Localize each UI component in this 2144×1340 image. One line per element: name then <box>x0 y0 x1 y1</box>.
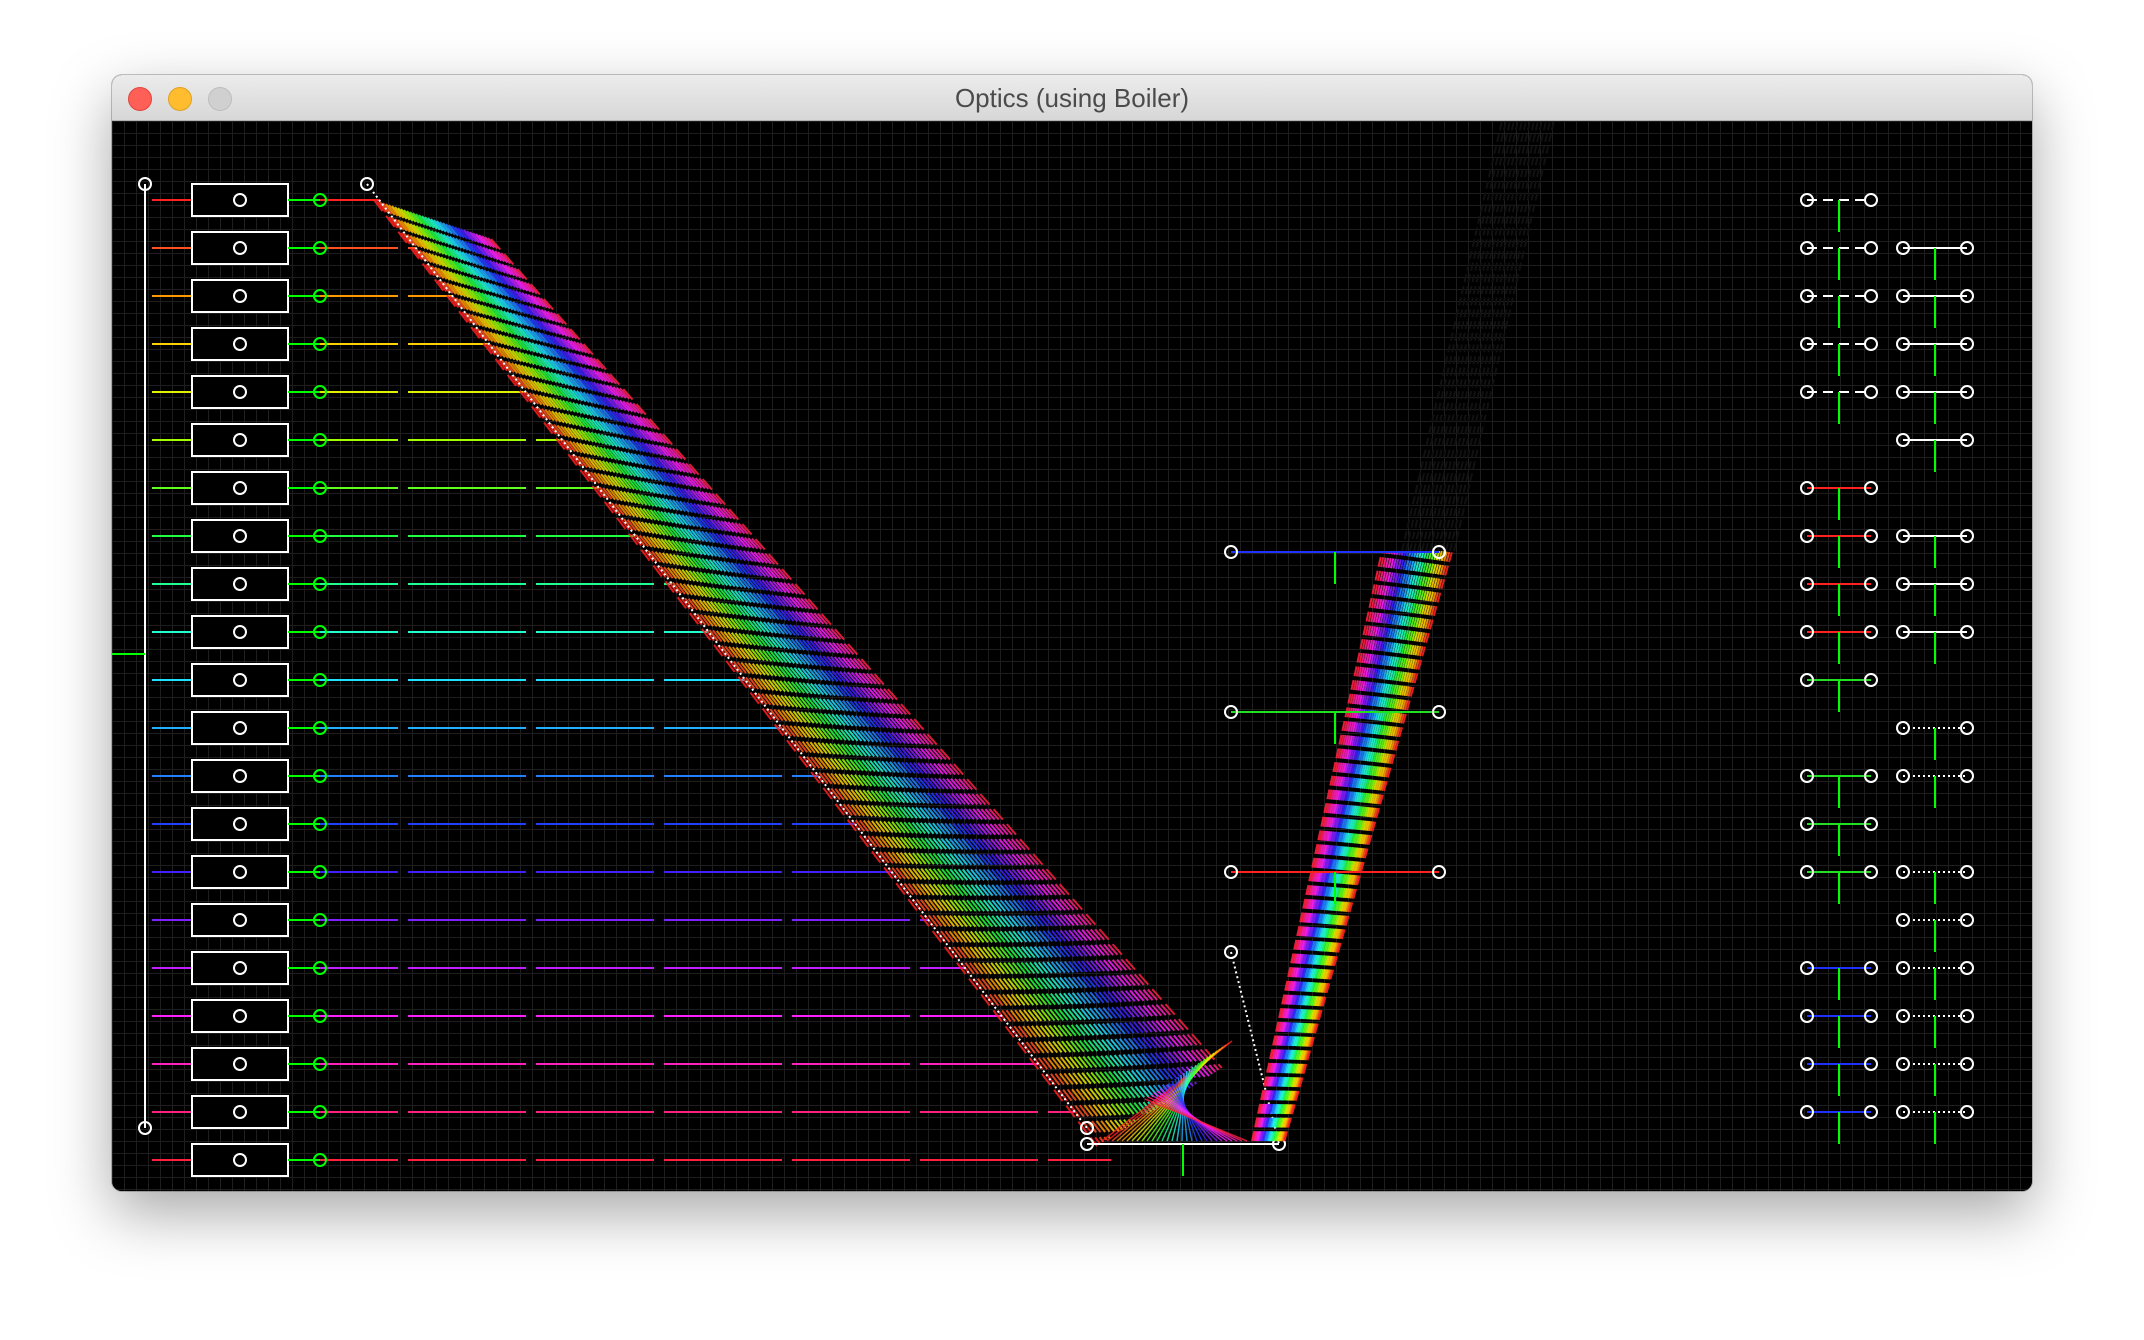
window-title: Optics (using Boiler) <box>954 83 1190 113</box>
refracted-ray <box>421 215 1149 1115</box>
absorbed-ray <box>1433 121 1535 552</box>
refracted-ray <box>484 236 1217 1073</box>
output-ray <box>1265 550 1415 1142</box>
output-ray <box>1253 550 1389 1142</box>
output-ray <box>1260 550 1404 1142</box>
light-source-box-icon[interactable] <box>191 1143 289 1177</box>
output-ray <box>1258 550 1399 1142</box>
prism-face[interactable] <box>366 183 1088 1129</box>
output-ray <box>1277 550 1441 1142</box>
refracted-ray <box>376 200 1101 1145</box>
prism-face-2[interactable] <box>1230 951 1280 1145</box>
refracted-ray <box>406 210 1133 1125</box>
refracted-ray <box>412 212 1140 1121</box>
refracted-ray <box>436 220 1165 1105</box>
output-ray <box>1266 550 1417 1142</box>
output-ray <box>1278 550 1443 1142</box>
refracted-ray <box>490 238 1223 1069</box>
refracted-ray <box>439 221 1169 1103</box>
output-ray <box>1271 550 1428 1142</box>
light-source-box-icon[interactable] <box>191 807 289 841</box>
light-source-box-icon[interactable] <box>191 183 289 217</box>
output-ray <box>1251 550 1383 1142</box>
optics-scene[interactable] <box>112 121 2032 1191</box>
light-source-box-icon[interactable] <box>191 855 289 889</box>
refracted-ray <box>433 219 1162 1107</box>
light-source-box-icon[interactable] <box>191 903 289 937</box>
refracted-ray <box>403 209 1130 1127</box>
refracted-ray <box>409 211 1137 1123</box>
refracted-ray <box>478 234 1210 1077</box>
refracted-ray <box>385 203 1111 1139</box>
refracted-ray <box>472 232 1204 1081</box>
light-source-box-icon[interactable] <box>191 1095 289 1129</box>
refracted-ray <box>481 235 1213 1075</box>
output-ray <box>1254 550 1391 1142</box>
output-ray <box>1267 550 1420 1142</box>
refracted-ray <box>382 202 1108 1141</box>
optics-canvas[interactable] <box>112 121 2032 1191</box>
light-source-box-icon[interactable] <box>191 471 289 505</box>
refracted-ray <box>391 205 1117 1135</box>
refracted-ray <box>418 214 1146 1117</box>
output-ray <box>1257 550 1396 1142</box>
refracted-ray <box>397 207 1124 1131</box>
refracted-ray <box>454 226 1185 1093</box>
output-ray <box>1252 550 1386 1142</box>
refracted-ray <box>457 227 1188 1091</box>
output-ray <box>1264 550 1412 1142</box>
light-source-box-icon[interactable] <box>191 951 289 985</box>
light-source-box-icon[interactable] <box>191 999 289 1033</box>
absorbed-ray <box>1421 121 1523 552</box>
output-ray <box>1263 550 1409 1142</box>
refracted-ray <box>424 216 1153 1113</box>
refracted-ray <box>394 206 1121 1133</box>
output-ray <box>1283 550 1454 1142</box>
light-source-box-icon[interactable] <box>191 279 289 313</box>
refracted-ray <box>400 208 1127 1129</box>
output-ray <box>1270 550 1425 1142</box>
refracted-ray <box>388 204 1114 1137</box>
output-ray <box>1273 550 1433 1142</box>
refracted-ray <box>463 229 1194 1087</box>
output-ray <box>1275 550 1435 1142</box>
light-source-box-icon[interactable] <box>191 663 289 697</box>
output-ray <box>1276 550 1438 1142</box>
light-source-box-icon[interactable] <box>191 231 289 265</box>
refracted-ray <box>445 223 1175 1099</box>
light-source-box-icon[interactable] <box>191 567 289 601</box>
optics-window: Optics (using Boiler) <box>112 75 2032 1191</box>
refracted-ray <box>451 225 1181 1095</box>
light-source-box-icon[interactable] <box>191 423 289 457</box>
refracted-ray <box>469 231 1201 1083</box>
absorbed-ray <box>1425 121 1527 552</box>
absorbed-ray <box>1429 121 1531 552</box>
light-source-box-icon[interactable] <box>191 615 289 649</box>
output-ray <box>1261 550 1407 1142</box>
output-ray <box>1255 550 1394 1142</box>
light-source-box-icon[interactable] <box>191 1047 289 1081</box>
refracted-ray <box>475 233 1207 1079</box>
output-ray <box>1259 550 1402 1142</box>
light-source-box-icon[interactable] <box>191 519 289 553</box>
output-ray <box>1272 550 1430 1142</box>
title-bar[interactable]: Optics (using Boiler) <box>112 75 2032 121</box>
refracted-ray <box>460 228 1191 1089</box>
refracted-ray <box>430 218 1159 1109</box>
refracted-ray <box>373 199 1098 1147</box>
refracted-ray <box>448 224 1178 1097</box>
refracted-ray <box>427 217 1156 1111</box>
refracted-ray <box>487 237 1220 1071</box>
light-source-box-icon[interactable] <box>191 375 289 409</box>
light-source-box-icon[interactable] <box>191 759 289 793</box>
light-source-box-icon[interactable] <box>191 711 289 745</box>
refracted-ray <box>415 213 1143 1119</box>
light-source-box-icon[interactable] <box>191 327 289 361</box>
output-ray <box>1269 550 1422 1142</box>
refracted-ray <box>466 230 1197 1085</box>
